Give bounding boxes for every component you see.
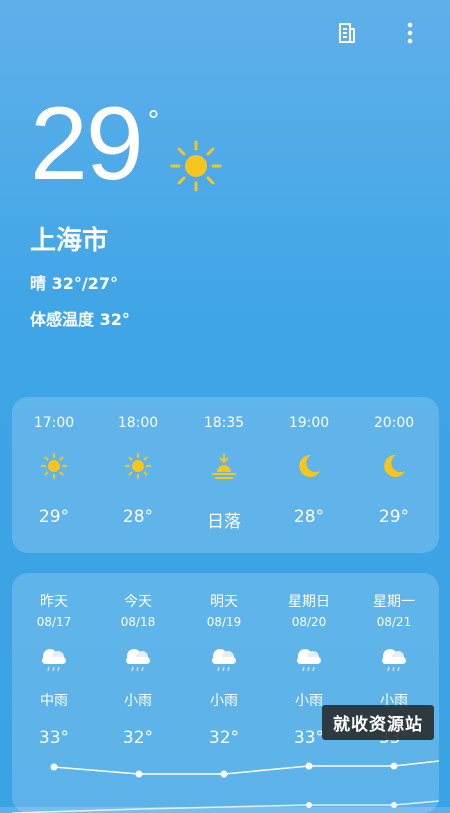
sun-icon	[98, 449, 178, 483]
cloud-rain-icon	[184, 643, 264, 675]
hour-time: 18:00	[117, 415, 159, 431]
moon-icon	[269, 449, 349, 483]
sunset-icon	[184, 449, 264, 483]
hour-temperature: 28°	[293, 507, 325, 527]
trend-point	[390, 762, 398, 770]
cloud-rain-icon	[354, 643, 434, 675]
sunset-label: 日落	[207, 512, 241, 532]
sun-icon	[14, 449, 94, 483]
degree-symbol: °	[147, 106, 160, 136]
city-manage-icon[interactable]	[332, 18, 362, 48]
cloud-rain-icon	[269, 643, 349, 675]
city-name[interactable]: 上海市	[30, 220, 108, 257]
hourly-forecast-card[interactable]: 17:00 29° 18:00 28° 18:35 日落 19:00 28° 2…	[12, 397, 439, 553]
temperature-trend-graph	[12, 760, 439, 813]
day-label: 星期一	[373, 594, 415, 610]
day-label: 明天	[210, 594, 238, 610]
cloud-rain-icon	[98, 643, 178, 675]
day-date: 08/17	[36, 615, 72, 629]
day-condition: 中雨	[40, 693, 68, 709]
feels-like: 体感温度 32°	[30, 310, 130, 329]
day-date: 08/20	[291, 615, 327, 629]
day-date: 08/18	[120, 615, 156, 629]
hour-temperature: 29°	[38, 507, 70, 527]
condition-range: 晴 32°/27°	[30, 274, 118, 293]
more-menu-icon[interactable]	[395, 18, 425, 48]
day-date: 08/19	[206, 615, 242, 629]
sun-icon	[170, 140, 222, 196]
current-temperature: 29	[30, 86, 144, 202]
day-condition: 小雨	[124, 693, 152, 709]
trend-point	[50, 763, 58, 771]
trend-point	[305, 762, 313, 770]
day-label: 今天	[124, 594, 152, 610]
day-date: 08/21	[376, 615, 412, 629]
trend-point	[306, 802, 312, 808]
trend-point	[135, 770, 143, 778]
trend-point	[220, 770, 228, 778]
moon-icon	[354, 449, 434, 483]
watermark-badge: 就收资源站	[322, 705, 434, 740]
hour-time: 17:00	[33, 415, 75, 431]
daily-forecast-card[interactable]: 昨天 08/17 中雨 33° 今天 08/18 小雨 32° 明天 08/19…	[12, 573, 439, 813]
day-condition: 小雨	[210, 693, 238, 709]
hour-temperature: 29°	[378, 507, 410, 527]
hour-time: 18:35	[203, 415, 245, 431]
day-label: 昨天	[40, 594, 68, 610]
hour-temperature: 28°	[122, 507, 154, 527]
cloud-rain-icon	[14, 643, 94, 675]
hour-time: 20:00	[373, 415, 415, 431]
day-label: 星期日	[288, 594, 330, 610]
hour-time: 19:00	[288, 415, 330, 431]
trend-point	[391, 802, 397, 808]
top-bar	[0, 0, 450, 60]
